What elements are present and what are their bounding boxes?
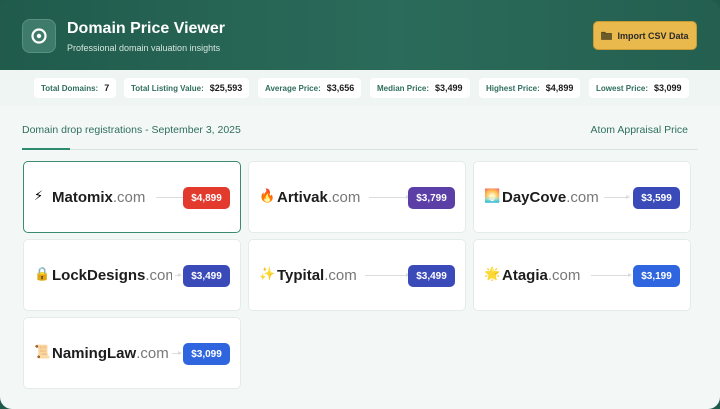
arrow-icon — [172, 351, 182, 355]
stat-value: $4,899 — [545, 83, 574, 93]
stat-label: Lowest Price: — [596, 83, 649, 93]
lightning-icon: ⚡ — [34, 189, 44, 204]
domain-tld: .com — [136, 345, 169, 362]
stat-highest-price: Highest Price: $4,899 — [479, 78, 581, 98]
appraisal-column-label: Atom Appraisal Price — [590, 124, 688, 136]
section-divider — [22, 149, 698, 150]
domain-tld: .com — [566, 189, 599, 206]
domain-name: Artivak.com — [277, 189, 360, 207]
domain-card-atagia[interactable]: 🌟 Atagia.com $3,199 — [473, 239, 691, 311]
domain-tld: .com — [145, 267, 172, 284]
domain-name: Typital.com — [277, 267, 357, 285]
domain-name: Matomix.com — [52, 189, 145, 207]
arrow-icon — [175, 273, 182, 277]
price-badge: $3,099 — [183, 343, 230, 365]
import-csv-label: Import CSV Data — [617, 30, 689, 41]
stat-label: Median Price: — [377, 83, 430, 93]
stat-value: $25,593 — [209, 83, 243, 93]
domain-tld: .com — [324, 267, 357, 284]
stat-value: $3,656 — [326, 83, 355, 93]
stat-total-domains: Total Domains: 7 — [34, 78, 117, 98]
domain-card-matomix[interactable]: ⚡ Matomix.com $4,899 — [23, 161, 241, 233]
domain-label: Typital — [277, 267, 325, 284]
domain-label: NamingLaw — [52, 345, 137, 362]
domain-name: DayCove.com — [502, 189, 599, 207]
price-badge: $3,799 — [408, 187, 455, 209]
sunrise-icon: 🌅 — [484, 189, 501, 204]
header: Domain Price Viewer Professional domain … — [0, 0, 720, 70]
section-title: Domain drop registrations - September 3,… — [22, 124, 241, 136]
domain-label: Artivak — [277, 189, 328, 206]
fire-icon: 🔥 — [259, 189, 276, 204]
import-csv-button[interactable]: Import CSV Data — [593, 21, 697, 50]
domain-card-typital[interactable]: ✨ Typital.com $3,499 — [248, 239, 466, 311]
target-icon — [31, 28, 47, 44]
domain-card-artivak[interactable]: 🔥 Artivak.com $3,799 — [248, 161, 466, 233]
stat-label: Highest Price: — [486, 83, 540, 93]
stat-lowest-price: Lowest Price: $3,099 — [589, 78, 689, 98]
domain-label: Atagia — [502, 267, 548, 284]
price-badge: $3,599 — [633, 187, 680, 209]
stat-value: $3,499 — [435, 83, 463, 93]
sparkles-icon: ✨ — [259, 267, 276, 282]
stat-average-price: Average Price: $3,656 — [258, 78, 362, 98]
app-logo — [22, 19, 56, 53]
domain-tld: .com — [327, 189, 361, 206]
price-badge: $3,499 — [183, 265, 230, 287]
domain-card-naminglaw[interactable]: 📜 NamingLaw.com $3,099 — [23, 317, 241, 389]
domain-name: Atagia.com — [502, 267, 580, 285]
section-title-underline — [22, 148, 70, 150]
scroll-icon: 📜 — [34, 345, 51, 360]
folder-icon — [601, 31, 613, 40]
stat-total-listing-value: Total Listing Value: $25,593 — [124, 78, 250, 98]
app-subtitle: Professional domain valuation insights — [67, 43, 221, 53]
price-badge: $3,499 — [408, 265, 455, 287]
lock-icon: 🔒 — [34, 267, 51, 282]
stat-value: $3,099 — [654, 83, 682, 93]
domain-label: DayCove — [502, 189, 567, 206]
stat-label: Total Domains: — [41, 83, 99, 93]
domain-name: NamingLaw.com — [52, 345, 169, 363]
domain-name: LockDesigns.com — [52, 267, 172, 285]
app-title: Domain Price Viewer — [67, 20, 225, 37]
app-window: Domain Price Viewer Professional domain … — [0, 0, 720, 409]
arrow-icon — [591, 273, 632, 277]
arrow-icon — [369, 195, 410, 199]
stat-median-price: Median Price: $3,499 — [370, 78, 470, 98]
domain-card-lockdesigns[interactable]: 🔒 LockDesigns.com $3,499 — [23, 239, 241, 311]
stat-value: 7 — [104, 83, 110, 93]
stat-label: Average Price: — [265, 83, 321, 93]
domain-card-daycove[interactable]: 🌅 DayCove.com $3,599 — [473, 161, 691, 233]
arrow-icon — [604, 195, 630, 199]
price-badge: $3,199 — [633, 265, 680, 287]
domain-tld: .com — [547, 267, 581, 284]
star-icon: 🌟 — [484, 267, 501, 282]
arrow-icon — [365, 273, 410, 277]
domain-tld: .com — [112, 189, 146, 206]
price-badge: $4,899 — [183, 187, 230, 209]
main-panel: Domain drop registrations - September 3,… — [0, 106, 720, 409]
stat-label: Total Listing Value: — [131, 83, 204, 93]
domain-label: Matomix — [52, 189, 113, 206]
stats-bar: Total Domains: 7 Total Listing Value: $2… — [0, 70, 720, 106]
domain-label: LockDesigns — [52, 267, 146, 284]
